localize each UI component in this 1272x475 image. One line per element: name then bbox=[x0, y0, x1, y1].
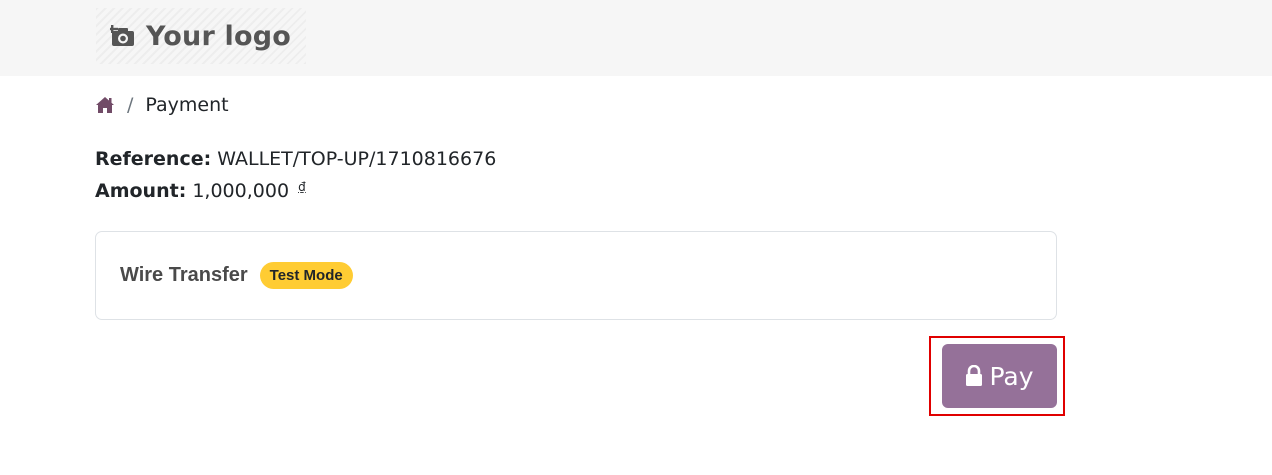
currency-symbol: ₫ bbox=[298, 180, 306, 194]
pay-button[interactable]: Pay bbox=[942, 344, 1057, 408]
lock-icon bbox=[965, 365, 983, 387]
payment-method-card[interactable]: Wire Transfer Test Mode bbox=[95, 231, 1057, 320]
header: Your logo bbox=[0, 0, 1272, 76]
breadcrumb-separator: / bbox=[127, 94, 134, 116]
test-mode-badge: Test Mode bbox=[259, 262, 353, 289]
amount-value: 1,000,000 bbox=[192, 180, 290, 202]
reference-line: Reference: WALLET/TOP-UP/1710816676 bbox=[95, 148, 496, 170]
logo[interactable]: Your logo bbox=[96, 8, 306, 64]
pay-button-label: Pay bbox=[989, 361, 1034, 391]
amount-label: Amount: bbox=[95, 180, 187, 202]
breadcrumb: / Payment bbox=[95, 92, 229, 118]
reference-label: Reference: bbox=[95, 148, 212, 170]
camera-add-icon bbox=[110, 23, 136, 49]
home-icon[interactable] bbox=[95, 96, 115, 114]
logo-text: Your logo bbox=[146, 20, 292, 52]
amount-line: Amount: 1,000,000 ₫ bbox=[95, 180, 306, 202]
breadcrumb-current: Payment bbox=[145, 94, 229, 116]
payment-method-name: Wire Transfer bbox=[120, 264, 248, 286]
reference-value: WALLET/TOP-UP/1710816676 bbox=[217, 148, 497, 170]
